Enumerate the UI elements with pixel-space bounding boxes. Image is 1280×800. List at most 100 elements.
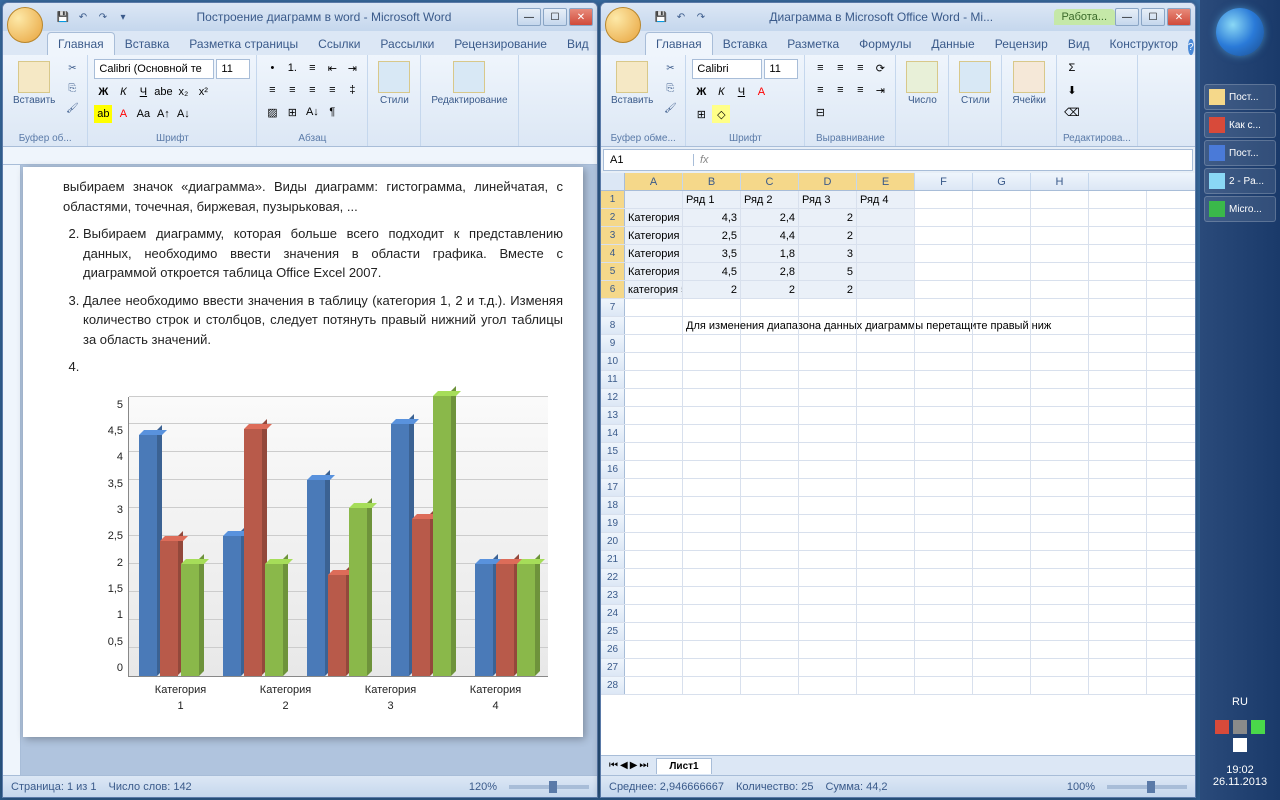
multilevel-button[interactable]: ≡ [303,59,321,77]
taskbar-item[interactable]: Как с... [1204,112,1276,138]
list-item[interactable]: Выбираем диаграмму, которая больше всего… [83,224,563,283]
undo-icon[interactable]: ↶ [75,9,91,25]
underline-button[interactable]: Ч [732,83,750,101]
context-tab-chart-tools[interactable]: Работа... [1054,9,1115,25]
tab-home[interactable]: Главная [47,32,115,55]
minimize-button[interactable]: — [517,8,541,26]
taskbar-item[interactable]: Micro... [1204,196,1276,222]
col-header[interactable]: A [625,173,683,190]
align-middle-button[interactable]: ≡ [831,59,849,77]
minimize-button[interactable]: — [1115,8,1139,26]
chart-3d-bar[interactable]: 00,511,522,533,544,55 Категория 1Категор… [73,397,553,717]
number-format-button[interactable]: Число [902,59,942,108]
copy-icon[interactable]: ⎘ [661,79,679,97]
save-icon[interactable]: 💾 [653,9,669,25]
tab-insert[interactable]: Вставка [713,33,778,55]
next-sheet-icon[interactable]: ▶ [630,760,638,771]
bold-button[interactable]: Ж [94,83,112,101]
tab-review[interactable]: Рецензир [985,33,1058,55]
italic-button[interactable]: К [712,83,730,101]
paste-button[interactable]: Вставить [9,59,59,108]
font-size-combo[interactable]: 11 [764,59,798,79]
volume-icon[interactable] [1233,720,1247,734]
network-icon[interactable] [1251,720,1265,734]
highlight-button[interactable]: ab [94,105,112,123]
change-case-button[interactable]: Aa [134,105,152,123]
close-button[interactable]: ✕ [569,8,593,26]
justify-button[interactable]: ≡ [323,81,341,99]
tab-view[interactable]: Вид [1058,33,1100,55]
select-all-corner[interactable] [601,173,625,190]
tab-design[interactable]: Конструктор [1100,33,1188,55]
first-sheet-icon[interactable]: ⏮ [609,760,618,771]
strike-button[interactable]: abe [154,83,172,101]
tab-data[interactable]: Данные [921,33,984,55]
word-count[interactable]: Число слов: 142 [109,781,192,793]
sort-button[interactable]: A↓ [303,103,321,121]
qat-more-icon[interactable]: ▾ [115,9,131,25]
autosum-button[interactable]: Σ [1063,59,1081,77]
office-button[interactable] [605,7,641,43]
numbering-button[interactable]: 1. [283,59,301,77]
merge-button[interactable]: ⊟ [811,103,829,121]
redo-icon[interactable]: ↷ [95,9,111,25]
zoom-slider[interactable] [509,785,589,789]
superscript-button[interactable]: x² [194,83,212,101]
col-header[interactable]: E [857,173,915,190]
language-indicator[interactable]: RU [1200,696,1280,708]
font-size-combo[interactable]: 11 [216,59,250,79]
font-name-combo[interactable]: Calibri (Основной те [94,59,214,79]
list-item[interactable]: выбираем значок «диаграмма». Виды диагра… [63,177,563,216]
page-indicator[interactable]: Страница: 1 из 1 [11,781,97,793]
cut-icon[interactable]: ✂ [661,59,679,77]
help-icon[interactable]: ? [1188,39,1194,55]
document-page[interactable]: выбираем значок «диаграмма». Виды диагра… [23,167,583,737]
undo-icon[interactable]: ↶ [673,9,689,25]
maximize-button[interactable]: ☐ [543,8,567,26]
align-right-button[interactable]: ≡ [851,81,869,99]
font-color-button[interactable]: A [114,105,132,123]
clear-button[interactable]: ⌫ [1063,103,1081,121]
align-center-button[interactable]: ≡ [283,81,301,99]
align-bottom-button[interactable]: ≡ [851,59,869,77]
styles-button[interactable]: Стили [374,59,414,108]
cut-icon[interactable]: ✂ [63,59,81,77]
show-marks-button[interactable]: ¶ [323,103,341,121]
fill-button[interactable]: ⬇ [1063,81,1081,99]
align-top-button[interactable]: ≡ [811,59,829,77]
col-header[interactable]: H [1031,173,1089,190]
tab-insert[interactable]: Вставка [115,33,180,55]
indent-button[interactable]: ⇥ [871,81,889,99]
fx-icon[interactable]: fx [694,154,715,166]
tab-mailings[interactable]: Рассылки [370,33,444,55]
clock[interactable]: 19:02 26.11.2013 [1200,756,1280,800]
align-left-button[interactable]: ≡ [263,81,281,99]
name-box[interactable]: A1 [604,154,694,166]
copy-icon[interactable]: ⎘ [63,79,81,97]
font-name-combo[interactable]: Calibri [692,59,762,79]
grow-font-button[interactable]: A↑ [154,105,172,123]
bold-button[interactable]: Ж [692,83,710,101]
shading-button[interactable]: ▨ [263,103,281,121]
tab-home[interactable]: Главная [645,32,713,55]
indent-left-button[interactable]: ⇤ [323,59,341,77]
orientation-button[interactable]: ⟳ [871,59,889,77]
redo-icon[interactable]: ↷ [693,9,709,25]
close-button[interactable]: ✕ [1167,8,1191,26]
taskbar-item[interactable]: Пост... [1204,84,1276,110]
zoom-level[interactable]: 120% [469,781,497,793]
font-color-button[interactable]: A [752,83,770,101]
col-header[interactable]: B [683,173,741,190]
maximize-button[interactable]: ☐ [1141,8,1165,26]
indent-right-button[interactable]: ⇥ [343,59,361,77]
horizontal-ruler[interactable] [3,147,597,165]
tray-icon[interactable] [1233,738,1247,752]
col-header[interactable]: C [741,173,799,190]
vertical-ruler[interactable] [3,165,21,775]
fill-color-button[interactable]: ◇ [712,105,730,123]
prev-sheet-icon[interactable]: ◀ [620,760,628,771]
zoom-slider[interactable] [1107,785,1187,789]
last-sheet-icon[interactable]: ⏭ [639,760,648,771]
zoom-level[interactable]: 100% [1067,781,1095,793]
start-button[interactable] [1216,8,1264,56]
